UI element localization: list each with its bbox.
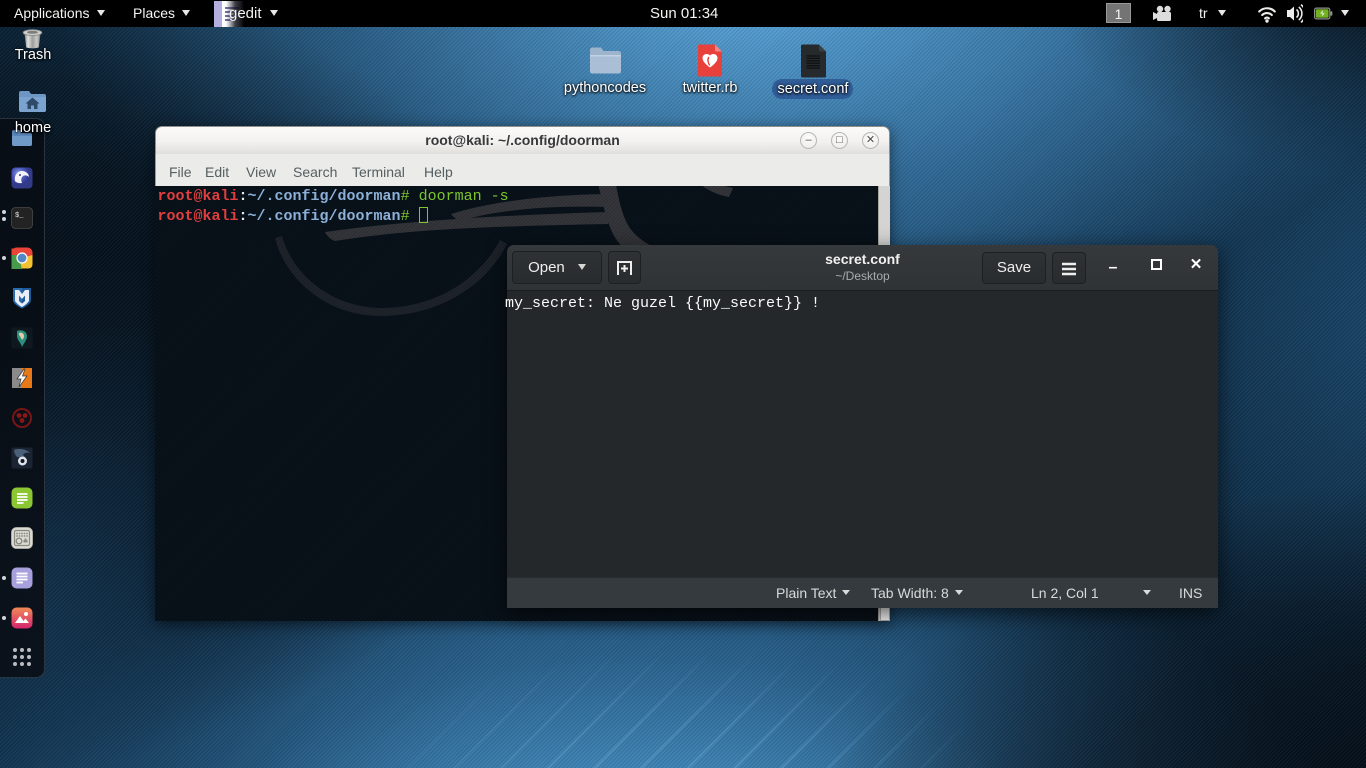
svg-text:$_: $_ (15, 212, 24, 220)
